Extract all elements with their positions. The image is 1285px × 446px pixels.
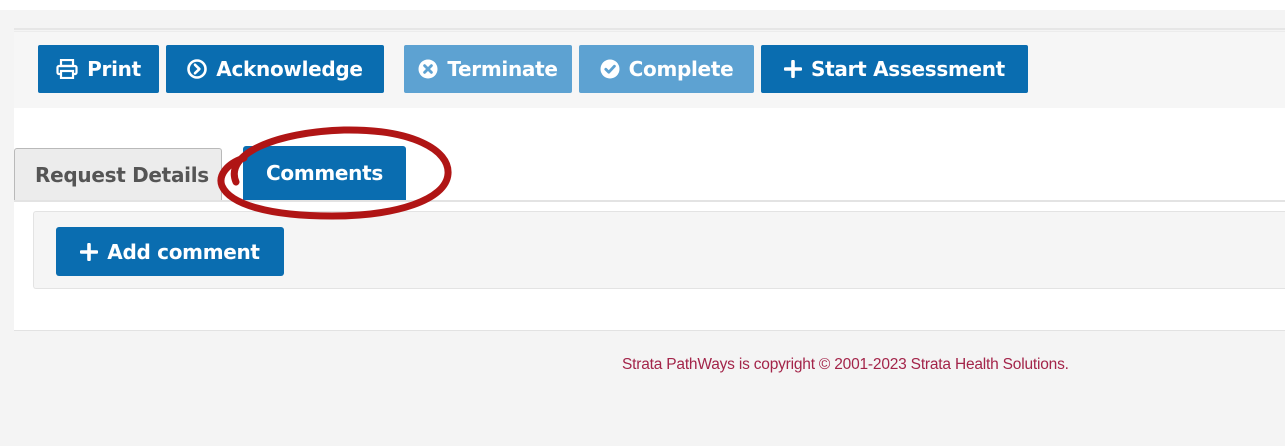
- plus-icon: [784, 60, 803, 78]
- add-comment-button[interactable]: Add comment: [56, 227, 284, 276]
- page: Print Acknowledge Terminate Complete Sta…: [0, 0, 1285, 446]
- tab-request-details[interactable]: Request Details: [14, 148, 222, 200]
- print-button[interactable]: Print: [38, 45, 159, 93]
- top-strip: [0, 0, 1285, 10]
- start-assessment-button[interactable]: Start Assessment: [761, 45, 1028, 93]
- tab-comments[interactable]: Comments: [243, 146, 406, 200]
- print-icon: [56, 59, 78, 79]
- add-comment-label: Add comment: [107, 239, 260, 264]
- plus-icon: [80, 242, 99, 261]
- print-label: Print: [87, 57, 141, 81]
- tab-label: Comments: [266, 161, 383, 185]
- acknowledge-label: Acknowledge: [216, 57, 363, 81]
- circle-arrow-right-icon: [187, 59, 208, 79]
- acknowledge-button[interactable]: Acknowledge: [166, 45, 384, 93]
- terminate-button[interactable]: Terminate: [404, 45, 572, 93]
- divider: [14, 28, 1285, 30]
- complete-button[interactable]: Complete: [579, 45, 754, 93]
- circle-x-icon: [418, 59, 438, 79]
- complete-label: Complete: [628, 57, 734, 81]
- copyright-notice: Strata PathWays is copyright © 2001-2023…: [622, 356, 1069, 373]
- start-assessment-label: Start Assessment: [811, 57, 1005, 81]
- terminate-label: Terminate: [447, 57, 558, 81]
- tab-underline: [14, 200, 1285, 202]
- tab-label: Request Details: [35, 162, 209, 187]
- circle-check-icon: [600, 59, 620, 79]
